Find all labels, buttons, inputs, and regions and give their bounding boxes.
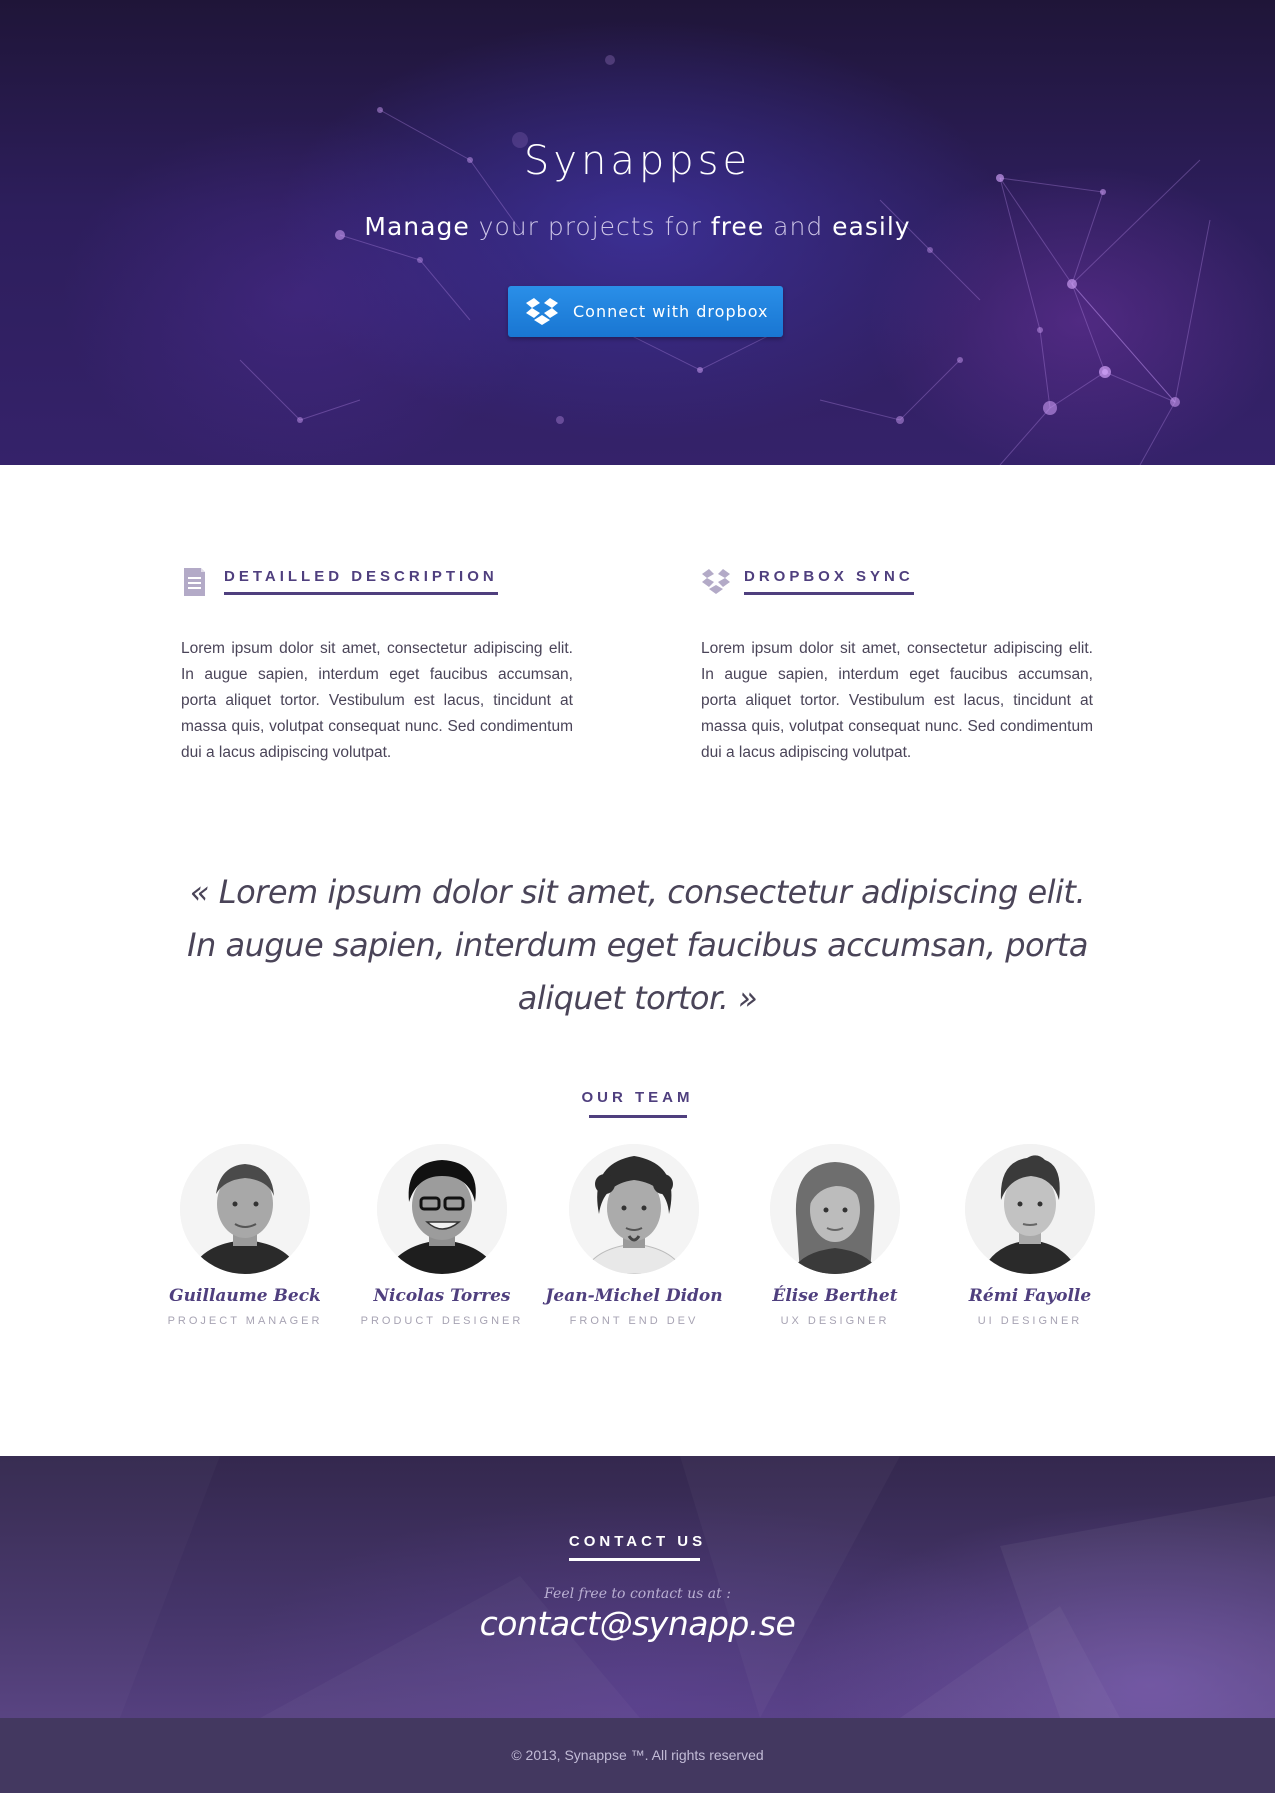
- member-name: Élise Berthet: [772, 1286, 898, 1306]
- document-icon: [184, 568, 205, 596]
- team-member: Jean-Michel Didon FRONT END DEV: [539, 1144, 729, 1327]
- footer: © 2013, Synappse ™. All rights reserved: [0, 1718, 1275, 1793]
- team-member: Guillaume Beck PROJECT MANAGER: [150, 1144, 340, 1327]
- avatar: [965, 1144, 1095, 1274]
- member-role: PROJECT MANAGER: [167, 1315, 323, 1327]
- avatar: [377, 1144, 507, 1274]
- dropbox-icon: [702, 569, 730, 594]
- testimonial-quote: « Lorem ipsum dolor sit amet, consectetu…: [187, 873, 1088, 1017]
- team-member: Rémi Fayolle UI DESIGNER: [935, 1144, 1125, 1327]
- team-title-underline: [589, 1115, 687, 1118]
- feature-title: DROPBOX SYNC: [744, 568, 914, 595]
- hero-tagline: Manage your projects for free and easily: [0, 212, 1275, 241]
- feature-description: DETAILLED DESCRIPTION Lorem ipsum dolor …: [181, 566, 573, 766]
- avatar: [770, 1144, 900, 1274]
- tagline-word: and: [773, 212, 824, 241]
- tagline-word: your projects for: [478, 212, 702, 241]
- contact-section: CONTACT US Feel free to contact us at : …: [0, 1456, 1275, 1718]
- hero-banner: Synappse Manage your projects for free a…: [0, 0, 1275, 465]
- copyright-text: © 2013, Synappse ™. All rights reserved: [511, 1747, 764, 1763]
- team-title: OUR TEAM: [581, 1089, 694, 1106]
- site-title: Synappse: [523, 138, 752, 184]
- member-name: Nicolas Torres: [373, 1286, 511, 1306]
- member-role: FRONT END DEV: [569, 1315, 699, 1327]
- tagline-word: free: [710, 212, 765, 241]
- dropbox-icon: [526, 297, 558, 325]
- member-role: UX DESIGNER: [780, 1315, 890, 1327]
- team-member: Élise Berthet UX DESIGNER: [740, 1144, 930, 1327]
- member-name: Guillaume Beck: [169, 1286, 321, 1306]
- avatar: [180, 1144, 310, 1274]
- feature-text: Lorem ipsum dolor sit amet, consectetur …: [701, 640, 1093, 761]
- connect-dropbox-button[interactable]: Connect with dropbox: [508, 286, 783, 337]
- member-name: Jean-Michel Didon: [545, 1286, 723, 1306]
- avatar: [569, 1144, 699, 1274]
- member-name: Rémi Fayolle: [968, 1286, 1092, 1306]
- member-role: UI DESIGNER: [977, 1315, 1083, 1327]
- tagline-word: easily: [832, 212, 911, 241]
- feature-text: Lorem ipsum dolor sit amet, consectetur …: [181, 640, 573, 761]
- contact-email-link[interactable]: contact@synapp.se: [0, 1604, 1275, 1643]
- feature-title: DETAILLED DESCRIPTION: [224, 568, 498, 595]
- contact-title: CONTACT US: [568, 1533, 707, 1550]
- connect-dropbox-label: Connect with dropbox: [573, 302, 769, 321]
- feature-dropbox-sync: DROPBOX SYNC Lorem ipsum dolor sit amet,…: [701, 566, 1093, 766]
- contact-lead-text: Feel free to contact us at :: [544, 1586, 731, 1602]
- contact-title-underline: [569, 1558, 700, 1561]
- member-role: PRODUCT DESIGNER: [360, 1315, 524, 1327]
- team-member: Nicolas Torres PRODUCT DESIGNER: [347, 1144, 537, 1327]
- tagline-word: Manage: [364, 212, 470, 241]
